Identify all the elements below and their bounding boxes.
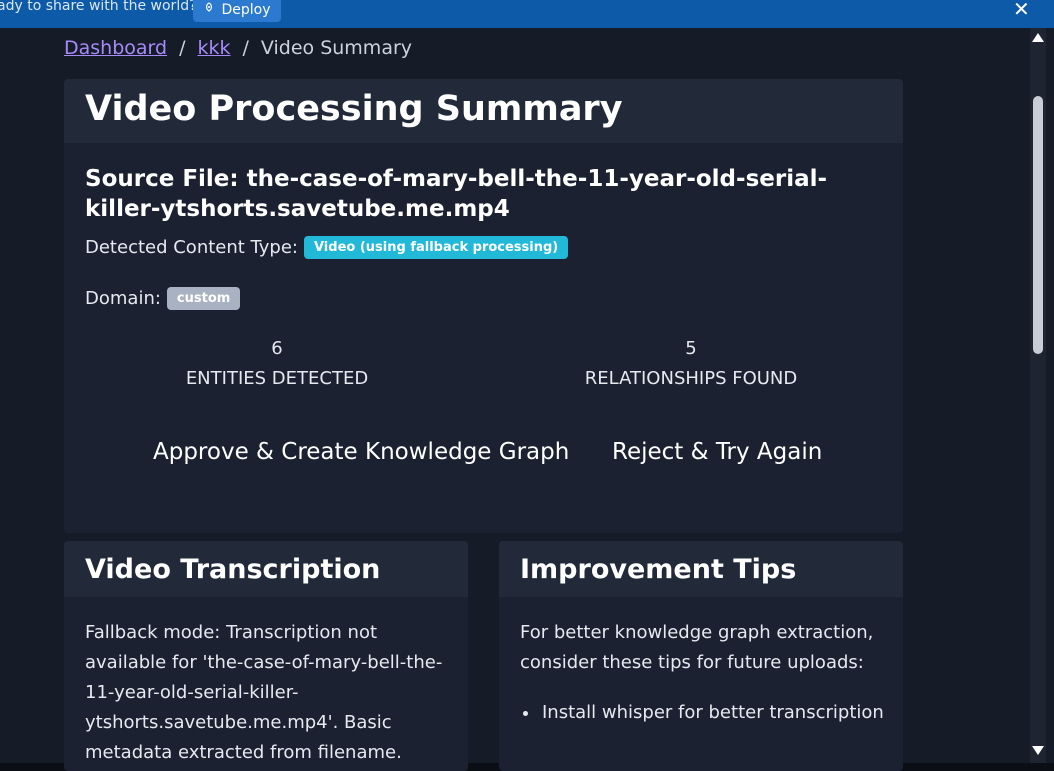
entities-stat: 6 ENTITIES DETECTED	[177, 334, 377, 394]
breadcrumb-link-project[interactable]: kkk	[198, 37, 231, 59]
deploy-banner: ady to share with the world? Deploy ✕	[0, 0, 1054, 28]
domain-label: Domain:	[85, 288, 161, 309]
entities-label: ENTITIES DETECTED	[185, 368, 369, 389]
banner-message: ady to share with the world?	[0, 0, 197, 14]
scrollbar-thumb[interactable]	[1033, 96, 1043, 354]
transcription-title: Video Transcription	[85, 554, 381, 585]
entities-count: 6	[271, 338, 283, 359]
content-type-badge: Video (using fallback processing)	[303, 236, 569, 259]
deploy-label: Deploy	[221, 2, 271, 18]
page-title: Video Processing Summary	[85, 89, 623, 129]
deploy-button[interactable]: Deploy	[193, 0, 281, 22]
source-file-heading: Source File: the-case-of-mary-bell-the-1…	[85, 166, 828, 222]
relationships-count: 5	[685, 338, 697, 359]
tips-title: Improvement Tips	[520, 554, 797, 585]
transcription-card: Video Transcription Fallback mode: Trans…	[64, 541, 468, 771]
rocket-icon	[203, 2, 215, 18]
breadcrumb-current: Video Summary	[260, 37, 413, 59]
domain-badge: custom	[166, 287, 241, 310]
relationships-label: RELATIONSHIPS FOUND	[584, 368, 798, 389]
scroll-down-arrow-icon[interactable]	[1032, 746, 1044, 755]
summary-card: Video Processing Summary Source File: th…	[64, 79, 903, 533]
tips-intro: For better knowledge graph extraction, c…	[520, 622, 874, 673]
breadcrumb-separator: /	[179, 37, 186, 59]
tips-body: For better knowledge graph extraction, c…	[520, 618, 885, 728]
breadcrumb-link-dashboard[interactable]: Dashboard	[64, 37, 167, 59]
relationships-stat: 5 RELATIONSHIPS FOUND	[564, 334, 818, 394]
approve-button[interactable]: Approve & Create Knowledge Graph	[153, 439, 569, 465]
content-type-label: Detected Content Type:	[85, 237, 298, 258]
transcription-text: Fallback mode: Transcription not availab…	[85, 622, 443, 763]
breadcrumb-separator: /	[242, 37, 249, 59]
tip-item: Install whisper for better transcription	[540, 698, 885, 728]
breadcrumb: Dashboard / kkk / Video Summary	[64, 37, 412, 59]
domain-row: Domain: custom	[85, 287, 241, 310]
reject-button[interactable]: Reject & Try Again	[612, 439, 822, 465]
tips-card: Improvement Tips For better knowledge gr…	[499, 541, 903, 771]
tips-list: Install whisper for better transcription	[520, 698, 885, 728]
scroll-up-arrow-icon[interactable]	[1032, 33, 1044, 42]
close-icon[interactable]: ✕	[1013, 0, 1030, 21]
content-type-row: Detected Content Type: Video (using fall…	[85, 236, 569, 259]
